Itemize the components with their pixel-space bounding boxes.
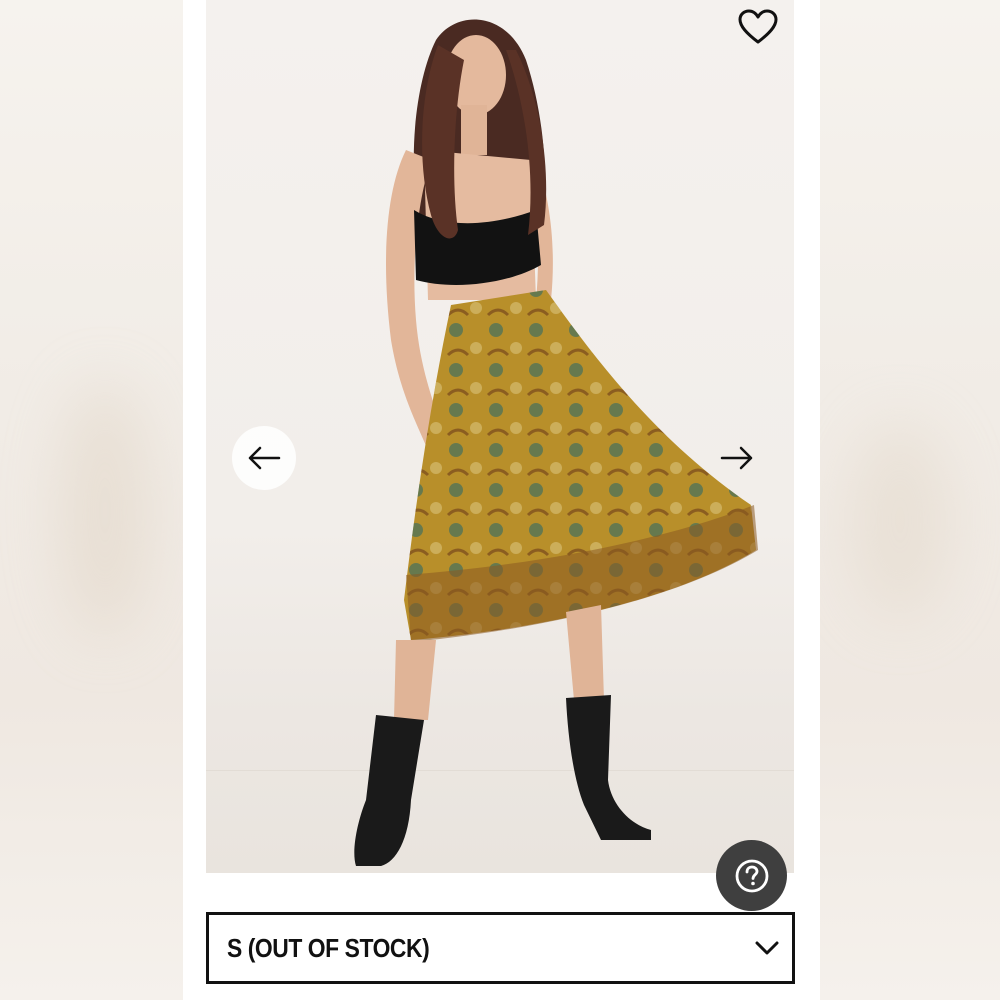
left-backdrop xyxy=(0,0,183,1000)
previous-image-button[interactable] xyxy=(232,426,296,490)
question-circle-icon xyxy=(735,859,768,892)
product-viewer: S (OUT OF STOCK) xyxy=(183,0,820,1000)
heart-outline-icon xyxy=(738,9,778,44)
size-select-value: S (OUT OF STOCK) xyxy=(227,932,430,963)
product-image[interactable] xyxy=(206,0,794,873)
next-image-button[interactable] xyxy=(705,426,769,490)
chevron-down-icon xyxy=(755,941,779,955)
arrow-left-icon xyxy=(248,446,281,470)
wishlist-button[interactable] xyxy=(736,6,780,48)
arrow-right-icon xyxy=(720,446,753,470)
right-backdrop xyxy=(820,0,1000,1000)
model-figure xyxy=(354,19,758,866)
help-button[interactable] xyxy=(716,840,787,911)
size-select[interactable]: S (OUT OF STOCK) xyxy=(206,912,795,984)
